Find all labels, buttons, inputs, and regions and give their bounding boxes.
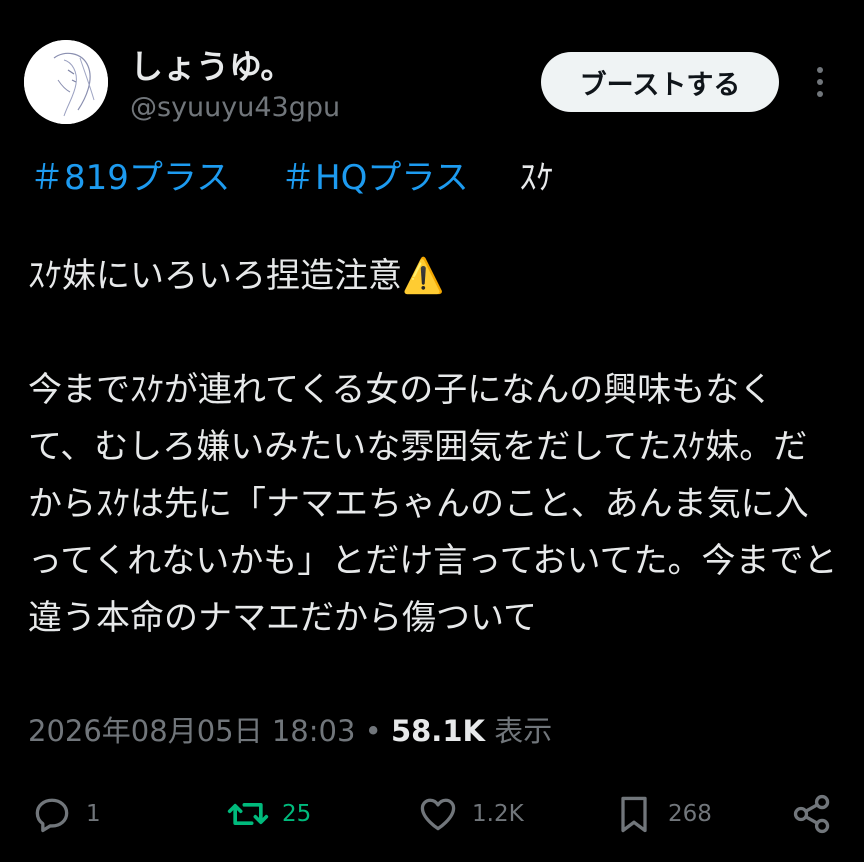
share-icon (793, 794, 830, 834)
user-handle[interactable]: @syuuyu43gpu (130, 92, 340, 123)
share-button[interactable] (790, 786, 834, 842)
post-body: ｽｹ妹にいろいろ捏造注意⚠️ 今までｽｹが連れてくる女の子になんの興味もなくて、… (28, 256, 838, 638)
like-button[interactable]: 1.2K (416, 786, 524, 842)
timestamp[interactable]: 2026年08月05日 18:03 (28, 714, 355, 748)
bookmark-button[interactable]: 268 (612, 786, 712, 842)
display-name[interactable]: しょうゆ。 (130, 40, 293, 88)
action-bar: 1 25 1.2K 268 (0, 786, 864, 842)
views-count: 58.1K (390, 714, 485, 748)
reply-icon (35, 798, 69, 833)
views-label: 表示 (494, 714, 553, 748)
boost-button[interactable]: ブーストする (541, 52, 779, 112)
bookmark-count: 268 (668, 801, 712, 827)
bookmark-icon (621, 796, 647, 833)
avatar[interactable] (24, 40, 108, 124)
meta-separator: • (364, 714, 382, 748)
post-meta: 2026年08月05日 18:03 • 58.1K 表示 (28, 708, 552, 750)
heart-icon (420, 798, 456, 831)
reply-count: 1 (86, 801, 101, 827)
reply-button[interactable]: 1 (30, 786, 101, 842)
hashtag-link[interactable]: ＃HQプラス (281, 158, 469, 198)
tag-tail-text: ｽｹ (519, 158, 554, 198)
repost-count: 25 (282, 801, 312, 827)
repost-icon (227, 803, 269, 825)
more-icon[interactable] (808, 62, 832, 102)
like-count: 1.2K (472, 801, 524, 827)
repost-button[interactable]: 25 (226, 786, 311, 842)
hashtag-link[interactable]: ＃819プラス (30, 158, 230, 198)
avatar-image (24, 40, 108, 124)
hashtag-line: ＃819プラス ＃HQプラス ｽｹ (30, 150, 554, 199)
